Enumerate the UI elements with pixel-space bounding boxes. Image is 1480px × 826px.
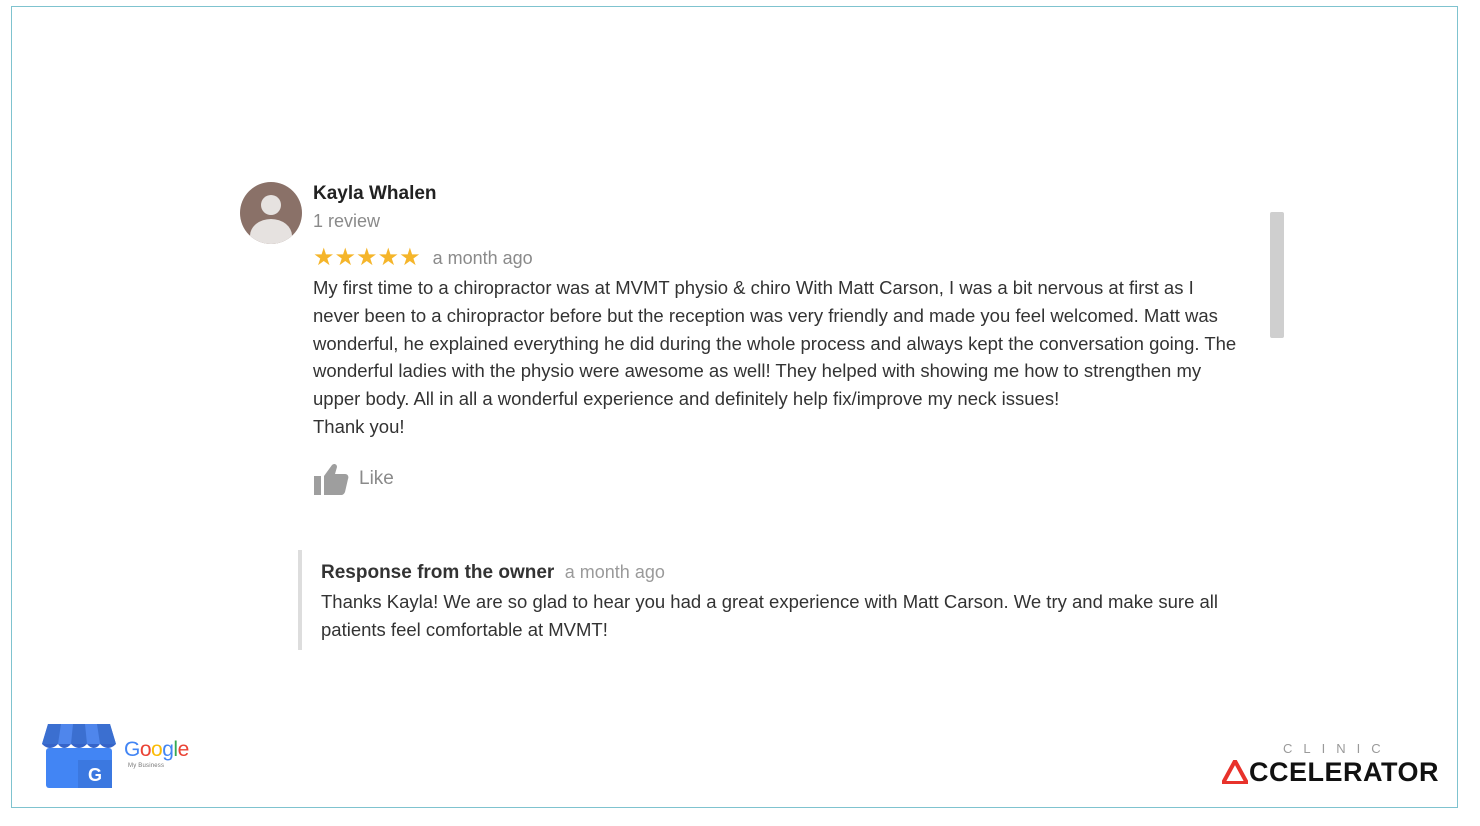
response-title: Response from the owner bbox=[321, 562, 555, 583]
star-rating: ★★★★★ bbox=[313, 244, 421, 271]
rating-row: ★★★★★ a month ago bbox=[313, 244, 1243, 272]
person-icon bbox=[261, 195, 281, 215]
review-count[interactable]: 1 review bbox=[313, 208, 1243, 234]
triangle-a-icon bbox=[1222, 760, 1248, 784]
reviewer-name[interactable]: Kayla Whalen bbox=[313, 180, 1243, 208]
response-time: a month ago bbox=[564, 562, 665, 582]
google-letter: G bbox=[124, 738, 140, 761]
review-text: My first time to a chiropractor was at M… bbox=[313, 277, 1237, 437]
response-text: Thanks Kayla! We are so glad to hear you… bbox=[321, 591, 1219, 640]
gmb-icon-letter: G bbox=[88, 765, 102, 785]
like-label: Like bbox=[359, 467, 394, 489]
google-letter: o bbox=[139, 738, 152, 761]
thumbs-up-icon bbox=[314, 463, 349, 495]
clinic-label: CLINIC bbox=[1283, 741, 1392, 756]
google-my-business-icon: G bbox=[42, 724, 116, 788]
review-body: Kayla Whalen 1 review ★★★★★ a month ago … bbox=[313, 180, 1243, 497]
google-letter: o bbox=[151, 738, 163, 761]
accelerator-label: CCELERATOR bbox=[1249, 757, 1440, 787]
clinic-accelerator-logo: CCELERATOR bbox=[1222, 756, 1439, 788]
my-business-label: My Business bbox=[128, 763, 165, 769]
review-time: a month ago bbox=[432, 247, 533, 268]
owner-response: Response from the owner a month ago Than… bbox=[298, 550, 1261, 650]
scrollbar-thumb[interactable] bbox=[1270, 212, 1284, 338]
avatar[interactable] bbox=[240, 182, 302, 244]
like-button[interactable]: Like bbox=[313, 461, 1243, 497]
google-wordmark: Google bbox=[124, 738, 189, 762]
google-letter: g bbox=[162, 738, 174, 761]
google-letter: e bbox=[177, 738, 190, 761]
